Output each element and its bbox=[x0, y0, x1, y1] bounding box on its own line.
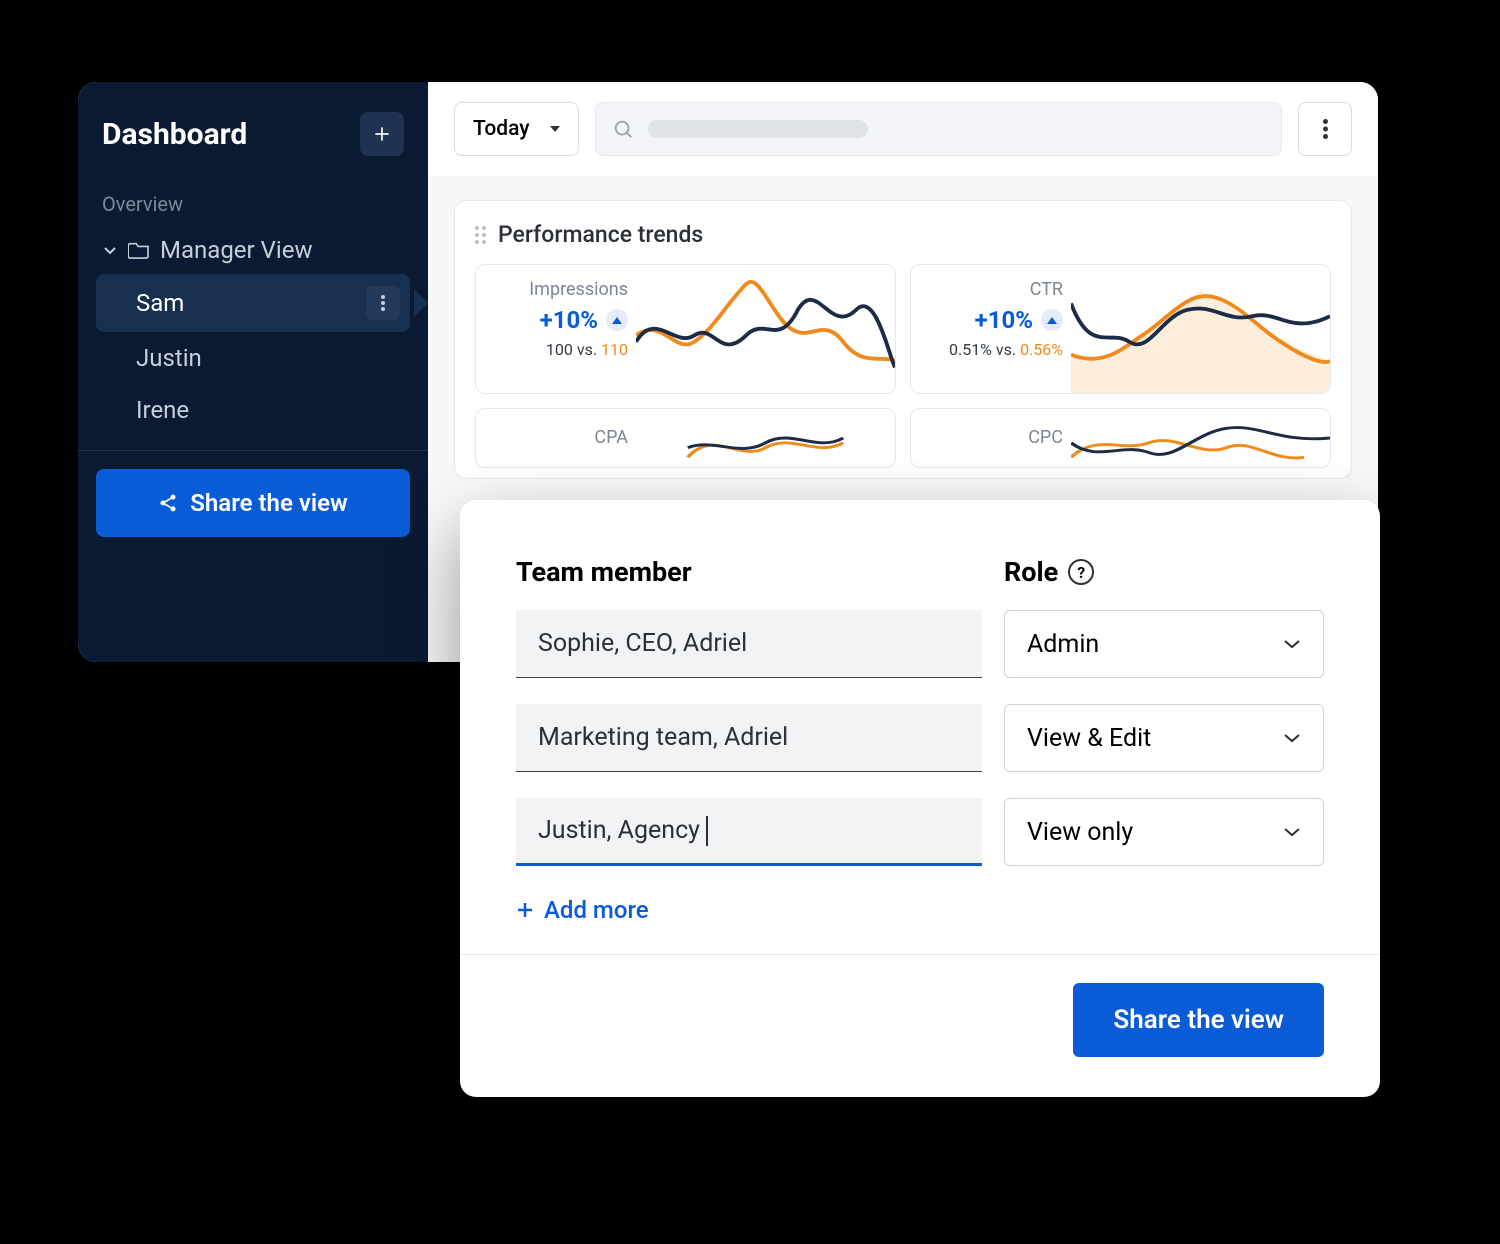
add-more-button[interactable]: Add more bbox=[516, 892, 1324, 954]
share-row: Sophie, CEO, Adriel Admin bbox=[516, 610, 1324, 678]
trend-card-impressions[interactable]: Impressions +10% 100 vs. 110 bbox=[475, 264, 896, 394]
metric-name: CPA bbox=[594, 427, 628, 448]
metric-compare: 100 vs. 110 bbox=[546, 340, 628, 359]
sidebar-item-irene[interactable]: Irene bbox=[96, 384, 410, 436]
sidebar: Dashboard Overview Manager View Sam Just… bbox=[78, 82, 428, 662]
sidebar-section-overview: Overview bbox=[96, 174, 410, 226]
share-view-modal: Team member Role ? Sophie, CEO, Adriel A… bbox=[460, 500, 1380, 1097]
search-input[interactable] bbox=[595, 102, 1282, 156]
share-submit-button[interactable]: Share the view bbox=[1073, 983, 1324, 1057]
date-range-dropdown[interactable]: Today bbox=[454, 102, 579, 156]
drag-handle-icon[interactable] bbox=[475, 226, 486, 244]
share-view-label: Share the view bbox=[190, 489, 347, 517]
trend-meta: CPA bbox=[476, 409, 636, 467]
plus-icon bbox=[516, 901, 534, 919]
trend-meta: CTR +10% 0.51% vs. 0.56% bbox=[911, 265, 1071, 393]
kebab-icon bbox=[381, 295, 385, 311]
toolbar-menu-button[interactable] bbox=[1298, 102, 1352, 156]
sparkline bbox=[636, 265, 895, 393]
folder-icon bbox=[128, 241, 150, 259]
role-select[interactable]: Admin bbox=[1004, 610, 1324, 678]
member-input[interactable]: Marketing team, Adriel bbox=[516, 704, 982, 772]
column-header-role: Role ? bbox=[1004, 556, 1324, 588]
trend-card-cpc[interactable]: CPC bbox=[910, 408, 1331, 468]
metric-name: CPC bbox=[1028, 427, 1063, 448]
search-placeholder-bar bbox=[648, 120, 868, 138]
share-icon bbox=[158, 493, 178, 513]
trend-card-ctr[interactable]: CTR +10% 0.51% vs. 0.56% bbox=[910, 264, 1331, 394]
trend-card-cpa[interactable]: CPA bbox=[475, 408, 896, 468]
trends-title: Performance trends bbox=[498, 221, 703, 248]
trend-meta: Impressions +10% 100 vs. 110 bbox=[476, 265, 636, 393]
sidebar-item-label: Sam bbox=[136, 289, 184, 317]
sidebar-folder-manager-view[interactable]: Manager View bbox=[96, 226, 410, 274]
add-dashboard-button[interactable] bbox=[360, 112, 404, 156]
trend-grid: Impressions +10% 100 vs. 110 bbox=[475, 264, 1331, 468]
plus-icon bbox=[372, 124, 392, 144]
sidebar-title: Dashboard bbox=[102, 117, 247, 152]
metric-name: CTR bbox=[1030, 279, 1063, 300]
sidebar-item-justin[interactable]: Justin bbox=[96, 332, 410, 384]
date-range-label: Today bbox=[473, 117, 530, 141]
divider bbox=[78, 450, 428, 451]
metric-compare: 0.51% vs. 0.56% bbox=[949, 340, 1063, 359]
share-row: Marketing team, Adriel View & Edit bbox=[516, 704, 1324, 772]
toolbar: Today bbox=[428, 82, 1378, 176]
content: Performance trends Impressions +10% 100 … bbox=[428, 176, 1378, 503]
modal-footer: Share the view bbox=[460, 954, 1380, 1097]
sidebar-item-label: Justin bbox=[136, 344, 202, 372]
role-select[interactable]: View & Edit bbox=[1004, 704, 1324, 772]
metric-delta: +10% bbox=[975, 306, 1033, 334]
arrow-up-icon bbox=[606, 309, 628, 331]
chevron-down-icon bbox=[1283, 639, 1301, 649]
metric-name: Impressions bbox=[529, 279, 628, 300]
sidebar-folder-label: Manager View bbox=[160, 236, 312, 264]
sidebar-item-sam[interactable]: Sam bbox=[96, 274, 410, 332]
metric-delta: +10% bbox=[540, 306, 598, 334]
kebab-icon bbox=[1323, 119, 1328, 139]
chevron-down-icon bbox=[1283, 827, 1301, 837]
trend-meta: CPC bbox=[911, 409, 1071, 467]
member-input[interactable]: Justin, Agency bbox=[516, 798, 982, 866]
sidebar-item-label: Irene bbox=[136, 396, 189, 424]
share-view-button[interactable]: Share the view bbox=[96, 469, 410, 537]
sparkline bbox=[636, 409, 895, 467]
arrow-up-icon bbox=[1041, 309, 1063, 331]
sparkline bbox=[1071, 409, 1330, 467]
member-input[interactable]: Sophie, CEO, Adriel bbox=[516, 610, 982, 678]
sparkline bbox=[1071, 265, 1330, 393]
column-header-member: Team member bbox=[516, 556, 1004, 588]
sidebar-item-menu-button[interactable] bbox=[366, 286, 400, 320]
sidebar-header: Dashboard bbox=[96, 112, 410, 174]
performance-trends-card: Performance trends Impressions +10% 100 … bbox=[454, 200, 1352, 479]
text-cursor bbox=[706, 816, 708, 846]
caret-down-icon bbox=[550, 126, 560, 132]
share-row: Justin, Agency View only bbox=[516, 798, 1324, 866]
help-icon[interactable]: ? bbox=[1068, 559, 1094, 585]
chevron-down-icon bbox=[1283, 733, 1301, 743]
modal-header: Team member Role ? bbox=[516, 556, 1324, 610]
search-icon bbox=[612, 118, 634, 140]
chevron-down-icon bbox=[102, 242, 118, 258]
trends-header: Performance trends bbox=[475, 221, 1331, 264]
role-select[interactable]: View only bbox=[1004, 798, 1324, 866]
